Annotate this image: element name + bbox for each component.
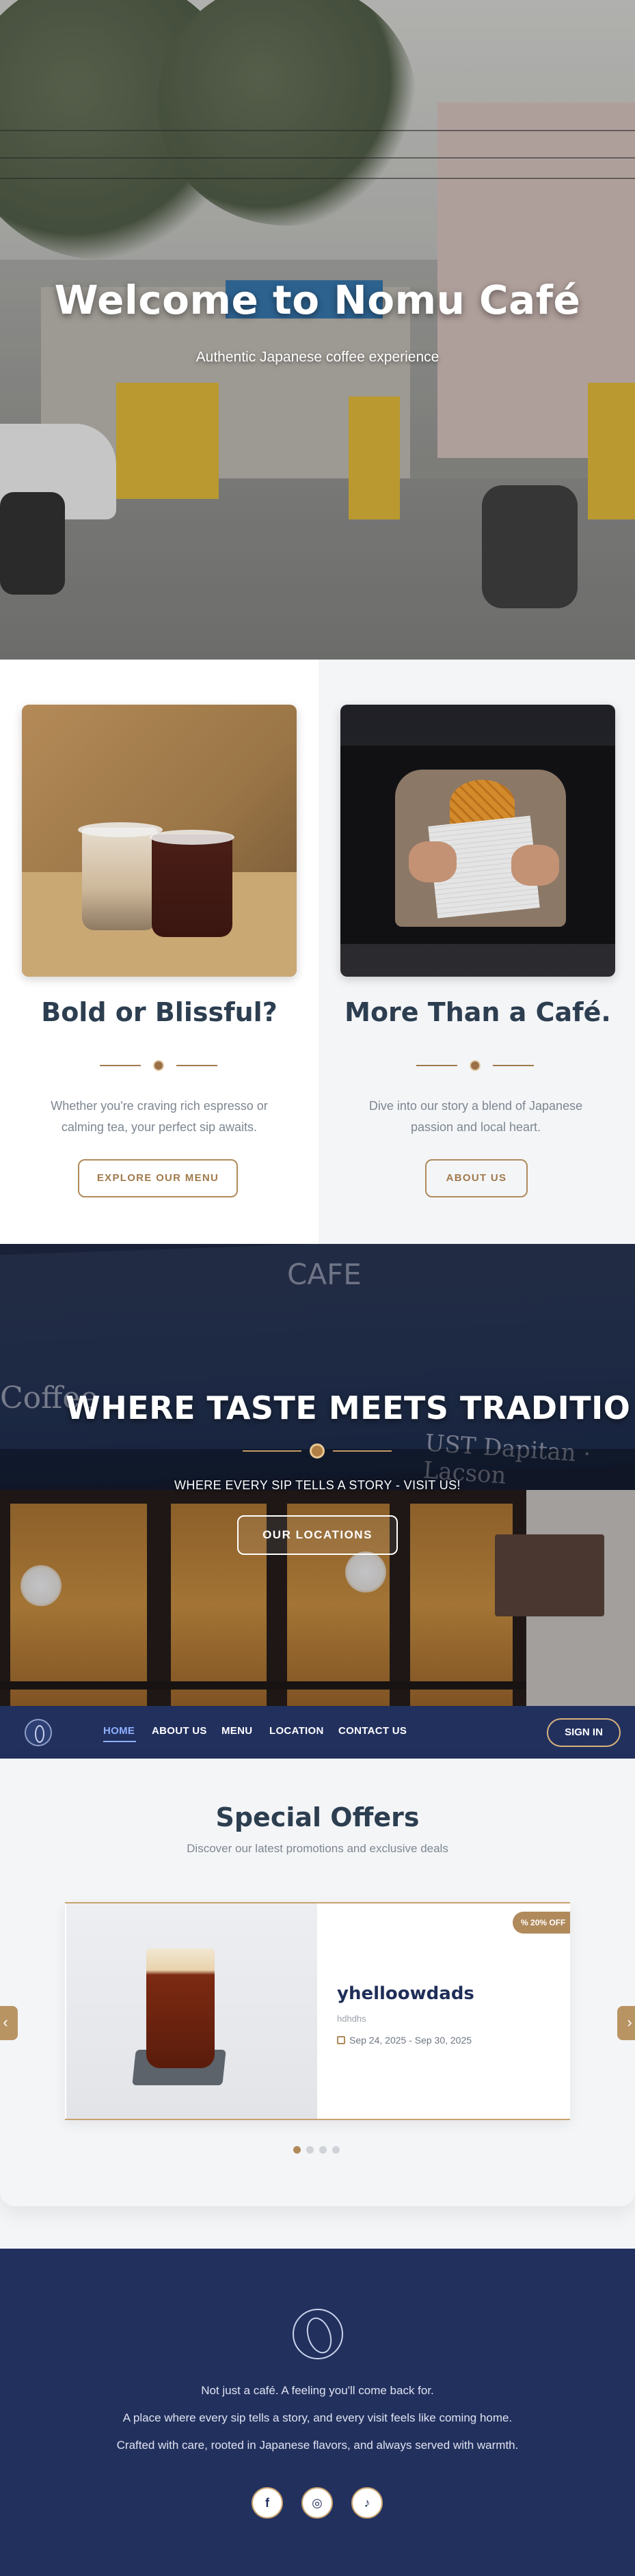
carousel-dot[interactable] [319,2146,327,2154]
hero-title: Welcome to Nomu Café [54,277,581,323]
carousel-dot[interactable] [306,2146,314,2154]
tiktok-icon[interactable]: ♪ [351,2487,383,2519]
feature-title-about: More Than a Café. [344,997,611,1027]
feature-image-waffle [340,705,615,977]
carousel-next-button[interactable]: › [617,2006,635,2040]
discount-badge-label: 20% OFF [530,1918,566,1927]
carousel-dots [293,2146,348,2154]
traditions-banner: CAFE Coffee UST Dapitan · Lacson WHERE T… [0,1244,635,1706]
hero-section: Welcome to Nomu Café Authentic Japanese … [0,0,635,660]
offer-dates: Sep 24, 2025 - Sep 30, 2025 [337,2035,472,2046]
carousel-prev-button[interactable]: ‹ [0,2006,18,2040]
explore-menu-button[interactable]: EXPLORE OUR MENU [78,1159,238,1197]
feature-title-menu: Bold or Blissful? [41,997,278,1027]
calendar-icon [337,2036,345,2044]
navbar: HOME ABOUT US MENU LOCATION CONTACT US S… [0,1706,635,1759]
footer-tagline: Not just a café. A feeling you'll come b… [201,2384,434,2397]
hero-overlay [0,0,635,660]
feature-text-line: passion and local heart. [410,1120,541,1134]
carousel-dot[interactable] [293,2146,301,2154]
nomu-logo-icon[interactable] [25,1719,52,1746]
footer-text: A place where every sip tells a story, a… [122,2411,513,2424]
nav-menu[interactable]: MENU [221,1725,252,1737]
percent-icon: % [521,1918,531,1927]
facebook-icon[interactable]: f [252,2487,283,2519]
banner-title: WHERE TASTE MEETS TRADITIO [66,1389,631,1426]
features-section: Bold or Blissful? More Than a Café. Whet… [0,660,635,1244]
instagram-icon[interactable]: ◎ [301,2487,333,2519]
nav-active-indicator [103,1741,136,1742]
feature-divider [0,1059,319,1072]
offers-subtitle: Discover our latest promotions and exclu… [187,1842,448,1855]
footer: Not just a café. A feeling you'll come b… [0,2249,635,2576]
offer-image [66,1903,317,2119]
feature-text-about: Dive into our story a blend of Japanese … [316,1096,635,1138]
feature-text-line: Whether you're craving rich espresso or [51,1099,268,1113]
nomu-logo-icon [293,2309,343,2359]
nav-contact-us[interactable]: CONTACT US [338,1725,407,1737]
special-offers-section: Special Offers Discover our latest promo… [0,1759,635,2206]
about-us-button[interactable]: ABOUT US [425,1159,528,1197]
banner-divider [243,1443,392,1459]
our-locations-button[interactable]: OUR LOCATIONS [237,1515,398,1555]
offers-title: Special Offers [215,1802,420,1832]
offer-date-range: Sep 24, 2025 - Sep 30, 2025 [349,2035,472,2046]
sign-in-button[interactable]: SIGN IN [547,1718,621,1747]
nav-about-us[interactable]: ABOUT US [152,1725,207,1737]
offer-description: hdhdhs [337,2014,366,2024]
feature-text-line: calming tea, your perfect sip awaits. [61,1120,258,1134]
nav-location[interactable]: LOCATION [269,1725,324,1737]
footer-text: Crafted with care, rooted in Japanese fl… [116,2439,519,2452]
discount-badge: % 20% OFF [513,1912,570,1934]
hero-subtitle: Authentic Japanese coffee experience [195,349,440,365]
offer-title: yhelloowdads [337,1983,474,2004]
feature-text-line: Dive into our story a blend of Japanese [368,1099,583,1113]
feature-image-drinks [22,705,297,977]
feature-text-menu: Whether you're craving rich espresso or … [0,1096,319,1138]
carousel-dot[interactable] [332,2146,340,2154]
banner-subtitle: WHERE EVERY SIP TELLS A STORY - VISIT US… [174,1478,461,1492]
nav-home[interactable]: HOME [103,1725,135,1737]
feature-divider [316,1059,635,1072]
offer-card[interactable]: % 20% OFF yhelloowdads hdhdhs Sep 24, 20… [65,1902,570,2120]
